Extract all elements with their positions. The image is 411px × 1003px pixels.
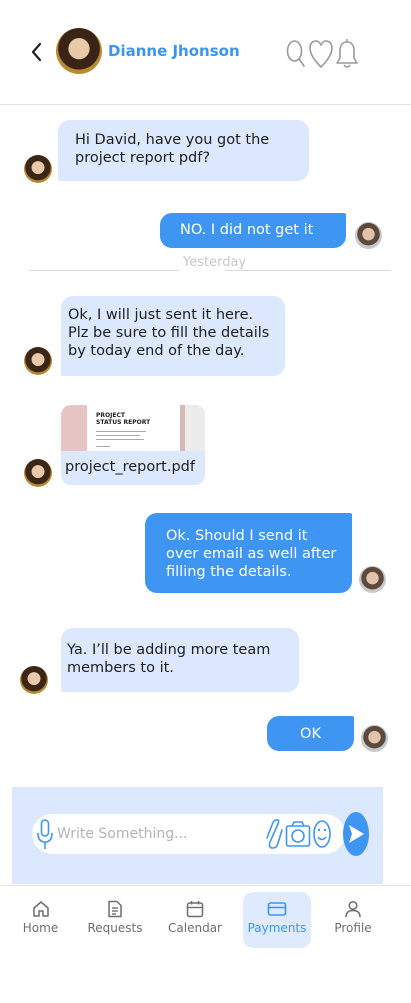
message-text: Ok. Should I send it over email as well … <box>166 528 337 580</box>
nav-item-profile[interactable]: Profile <box>330 894 376 948</box>
back-chevron-icon[interactable] <box>27 40 47 64</box>
nav-item-home[interactable]: Home <box>12 894 69 948</box>
user-avatar-small <box>359 566 386 593</box>
paperclip-icon[interactable] <box>265 818 283 851</box>
message-incoming[interactable]: Hi David, have you got the project repor… <box>58 120 309 181</box>
thumb-title: STATUS REPORT <box>96 419 151 426</box>
bottom-navigation: Home Requests Calendar Payments Profile <box>0 885 411 1003</box>
message-composer: Write Something... <box>12 787 383 884</box>
message-text: Ya. I’ll be adding more team members to … <box>67 642 271 676</box>
composer-placeholder: Write Something... <box>57 826 188 842</box>
emoji-icon[interactable] <box>313 819 331 849</box>
message-incoming[interactable]: Ok, I will just sent it here. Plz be sur… <box>61 296 285 376</box>
user-icon <box>345 900 361 918</box>
camera-icon[interactable] <box>285 820 311 848</box>
user-avatar-small <box>355 222 382 249</box>
date-separator: Yesterday <box>181 254 247 272</box>
home-icon <box>32 901 49 917</box>
message-outgoing[interactable]: NO. I did not get it <box>160 213 346 248</box>
contact-avatar-small <box>24 347 52 375</box>
contact-name[interactable]: Dianne Jhonson <box>108 42 240 60</box>
nav-item-calendar[interactable]: Calendar <box>164 894 226 948</box>
contact-avatar-small <box>24 155 52 183</box>
nav-item-requests[interactable]: Requests <box>83 894 147 948</box>
heart-icon[interactable] <box>309 38 333 70</box>
divider-line <box>225 270 391 271</box>
document-icon <box>108 900 122 918</box>
message-text: OK <box>300 726 321 742</box>
file-name: project_report.pdf <box>65 459 195 475</box>
microphone-icon[interactable] <box>36 818 54 850</box>
card-icon <box>267 902 287 916</box>
nav-label: Home <box>22 921 59 935</box>
message-outgoing[interactable]: Ok. Should I send it over email as well … <box>145 513 352 593</box>
message-input[interactable]: Write Something... <box>32 814 345 854</box>
nav-label: Requests <box>87 921 143 935</box>
pdf-thumbnail: PROJECT STATUS REPORT <box>61 405 205 451</box>
bell-icon[interactable] <box>335 38 359 70</box>
message-text: Ok, I will just sent it here. Plz be sur… <box>68 307 270 359</box>
user-avatar-small <box>361 725 388 752</box>
nav-label: Profile <box>334 921 372 935</box>
message-outgoing[interactable]: OK <box>267 716 354 751</box>
file-attachment[interactable]: PROJECT STATUS REPORT project_report.pdf <box>61 405 205 485</box>
send-icon <box>349 825 364 843</box>
nav-label: Payments <box>247 921 307 935</box>
divider-line <box>29 270 179 271</box>
thumb-title: PROJECT <box>96 412 125 419</box>
chat-header: Dianne Jhonson <box>0 0 411 105</box>
send-button[interactable] <box>343 812 369 856</box>
calendar-icon <box>186 901 204 918</box>
message-incoming[interactable]: Ya. I’ll be adding more team members to … <box>61 628 299 692</box>
contact-avatar-small <box>20 666 48 694</box>
nav-item-payments[interactable]: Payments <box>243 892 311 948</box>
message-text: Hi David, have you got the project repor… <box>75 132 270 166</box>
contact-avatar-small <box>24 459 52 487</box>
nav-label: Calendar <box>168 921 222 935</box>
contact-avatar[interactable] <box>56 28 102 74</box>
message-text: NO. I did not get it <box>180 222 314 238</box>
search-icon[interactable] <box>284 38 308 70</box>
